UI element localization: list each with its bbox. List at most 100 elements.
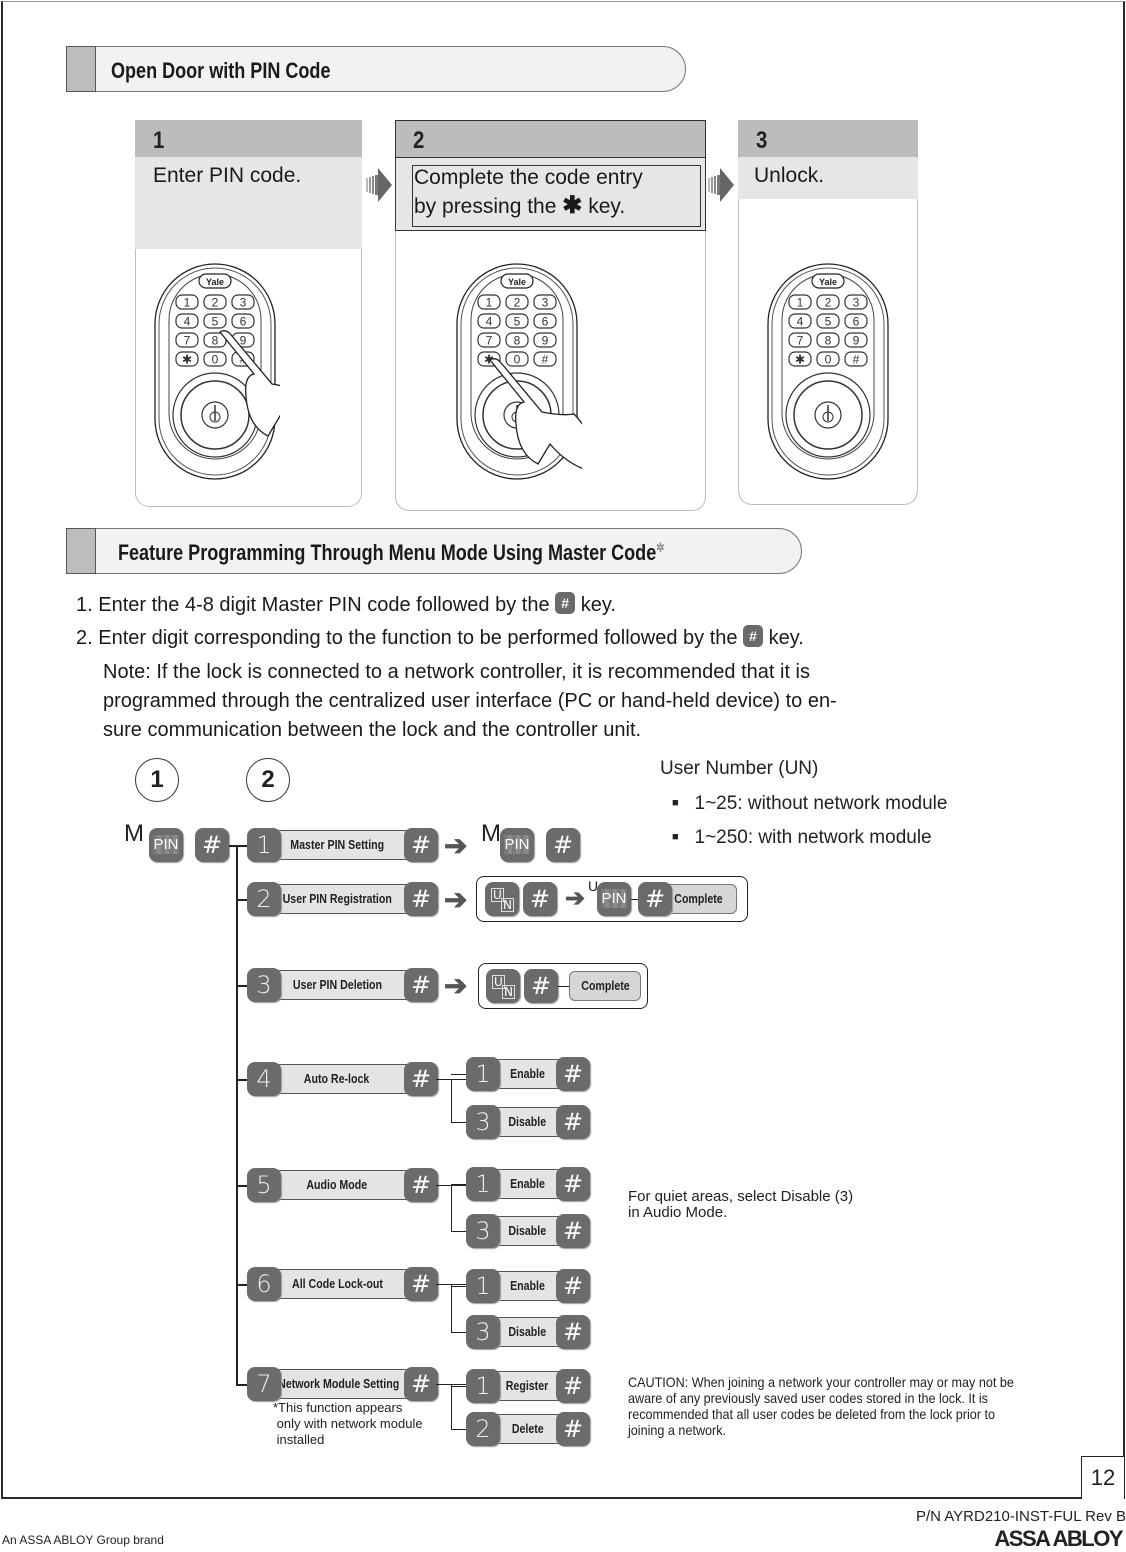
star-key-icon: ✱ xyxy=(562,192,583,219)
digit-key-icon: 4 xyxy=(247,1062,281,1096)
svg-text:Yale: Yale xyxy=(508,277,526,287)
digit-key-icon: 3 xyxy=(466,1315,500,1349)
brand-line: An ASSA ABLOY Group brand xyxy=(2,1533,164,1547)
menu-item-1: Master PIN Setting xyxy=(262,830,412,860)
keypad-button-label: 5 xyxy=(514,315,521,329)
hash-key-icon: # xyxy=(638,882,672,916)
keypad-button-label: 2 xyxy=(514,296,521,310)
complete-indicator: Complete xyxy=(569,971,641,1001)
digit-key-icon: 2 xyxy=(247,882,281,916)
keypad-button-label: 1 xyxy=(486,296,493,310)
digit-key-icon: 6 xyxy=(247,1267,281,1301)
digit-key-icon: 1 xyxy=(466,1369,500,1403)
keypad-button-label: 4 xyxy=(797,315,804,329)
hash-key-icon: # xyxy=(556,1369,590,1403)
hash-key-icon: # xyxy=(555,592,576,614)
bullet-icon: ■ xyxy=(672,797,679,809)
keypad-button-label: 7 xyxy=(486,334,493,348)
user-number-key-icon: UN xyxy=(485,882,519,916)
section-tab-marker xyxy=(66,528,96,574)
section-title: Feature Programming Through Menu Mode Us… xyxy=(118,540,665,565)
keypad-button-label: 7 xyxy=(184,334,191,348)
hash-key-icon: # xyxy=(556,1167,590,1201)
keypad-lock-illustration-step1: Yale 123456789✱0# xyxy=(150,262,331,492)
hash-key-icon: # xyxy=(556,1315,590,1349)
hash-key-icon: # xyxy=(404,1267,438,1301)
keypad-button-label: 0 xyxy=(825,353,832,367)
keypad-button-label: 8 xyxy=(212,334,219,348)
menu-item-5: Audio Mode xyxy=(262,1170,412,1200)
keypad-button-label: # xyxy=(853,353,860,367)
step-description: Complete the code entry by pressing the … xyxy=(414,166,643,219)
hash-key-icon: # xyxy=(556,1105,590,1139)
menu-item-4: Auto Re-lock xyxy=(262,1064,412,1094)
keypad-button-label: 3 xyxy=(240,296,247,310)
digit-key-icon: 1 xyxy=(247,828,281,862)
keypad-button-label: 1 xyxy=(184,296,191,310)
keypad-button-label: 0 xyxy=(212,353,219,367)
step-circle-1: 1 xyxy=(135,758,179,802)
step-number: 3 xyxy=(756,127,768,154)
keypad-button-label: 3 xyxy=(542,296,549,310)
step-number: 1 xyxy=(153,127,165,154)
user-number-title: User Number (UN) xyxy=(660,758,819,779)
caution-note: CAUTION: When joining a network your con… xyxy=(628,1374,1014,1438)
step-number: 2 xyxy=(413,127,425,154)
network-note: Note: If the lock is connected to a netw… xyxy=(103,661,837,741)
keypad-button-label: 9 xyxy=(853,334,860,348)
keypad-button-label: 8 xyxy=(514,334,521,348)
arrow-right-icon: ➔ xyxy=(444,884,468,915)
hash-key-icon: # xyxy=(523,882,557,916)
keypad-button-label: # xyxy=(542,353,549,367)
user-number-item: ■ 1~25: without network module xyxy=(672,793,948,814)
keypad-button-label: 4 xyxy=(184,315,191,329)
user-number-key-icon: UN xyxy=(486,969,520,1003)
digit-key-icon: 5 xyxy=(247,1168,281,1202)
keypad-button-label: 8 xyxy=(825,334,832,348)
hash-key-icon: # xyxy=(404,1062,438,1096)
keypad-button-label: 5 xyxy=(825,315,832,329)
keypad-button-label: ✱ xyxy=(182,353,192,367)
hash-key-icon: # xyxy=(404,968,438,1002)
instruction-1: 1. Enter the 4-8 digit Master PIN code f… xyxy=(76,592,616,616)
keypad-button-label: 9 xyxy=(542,334,549,348)
arrow-right-icon: ➔ xyxy=(444,970,468,1001)
keypad-button-label: 5 xyxy=(212,315,219,329)
section-tab-marker xyxy=(66,46,96,92)
keypad-button-label: 6 xyxy=(240,315,247,329)
menu-item-7: *Network Module Setting xyxy=(262,1369,412,1399)
digit-key-icon: 1 xyxy=(466,1057,500,1091)
hash-key-icon: # xyxy=(556,1057,590,1091)
digit-key-icon: 2 xyxy=(466,1412,500,1446)
master-label: M xyxy=(481,820,501,847)
step-description: Enter PIN code. xyxy=(153,164,302,187)
instruction-2: 2. Enter digit corresponding to the func… xyxy=(76,625,804,649)
hash-key-icon: # xyxy=(404,882,438,916)
hash-key-icon: # xyxy=(195,828,229,862)
assa-abloy-logo: ASSA ABLOY xyxy=(994,1526,1123,1551)
hash-key-icon: # xyxy=(556,1269,590,1303)
digit-key-icon: 1 xyxy=(466,1167,500,1201)
keypad-lock-illustration-step2: Yale 1 2 3 4 5 6 7 8 9 ✱ 0 # xyxy=(452,262,601,492)
step-circle-2: 2 xyxy=(246,758,290,802)
keypad-button-label: 3 xyxy=(853,296,860,310)
keypad-button-label: 9 xyxy=(240,334,247,348)
pin-key-icon: PIN xyxy=(500,828,534,862)
keypad-button-label: 7 xyxy=(797,334,804,348)
hash-key-icon: # xyxy=(524,969,558,1003)
keypad-button-label: 6 xyxy=(853,315,860,329)
network-module-footnote: *This function appears only with network… xyxy=(273,1400,423,1447)
keypad-button-label: 2 xyxy=(212,296,219,310)
section-header-feature-programming: Feature Programming Through Menu Mode Us… xyxy=(66,528,802,574)
keypad-button-label: 2 xyxy=(825,296,832,310)
keypad-button-label: 0 xyxy=(514,353,521,367)
hash-key-icon: # xyxy=(546,828,580,862)
keypad-button-label: 1 xyxy=(797,296,804,310)
menu-item-6: All Code Lock-out xyxy=(262,1269,412,1299)
user-number-item: ■ 1~250: with network module xyxy=(672,827,932,848)
hash-key-icon: # xyxy=(556,1412,590,1446)
menu-item-2: User PIN Registration xyxy=(262,884,412,914)
master-code-mark-icon: ✲ xyxy=(656,540,665,555)
hash-key-icon: # xyxy=(556,1214,590,1248)
digit-key-icon: 3 xyxy=(466,1214,500,1248)
